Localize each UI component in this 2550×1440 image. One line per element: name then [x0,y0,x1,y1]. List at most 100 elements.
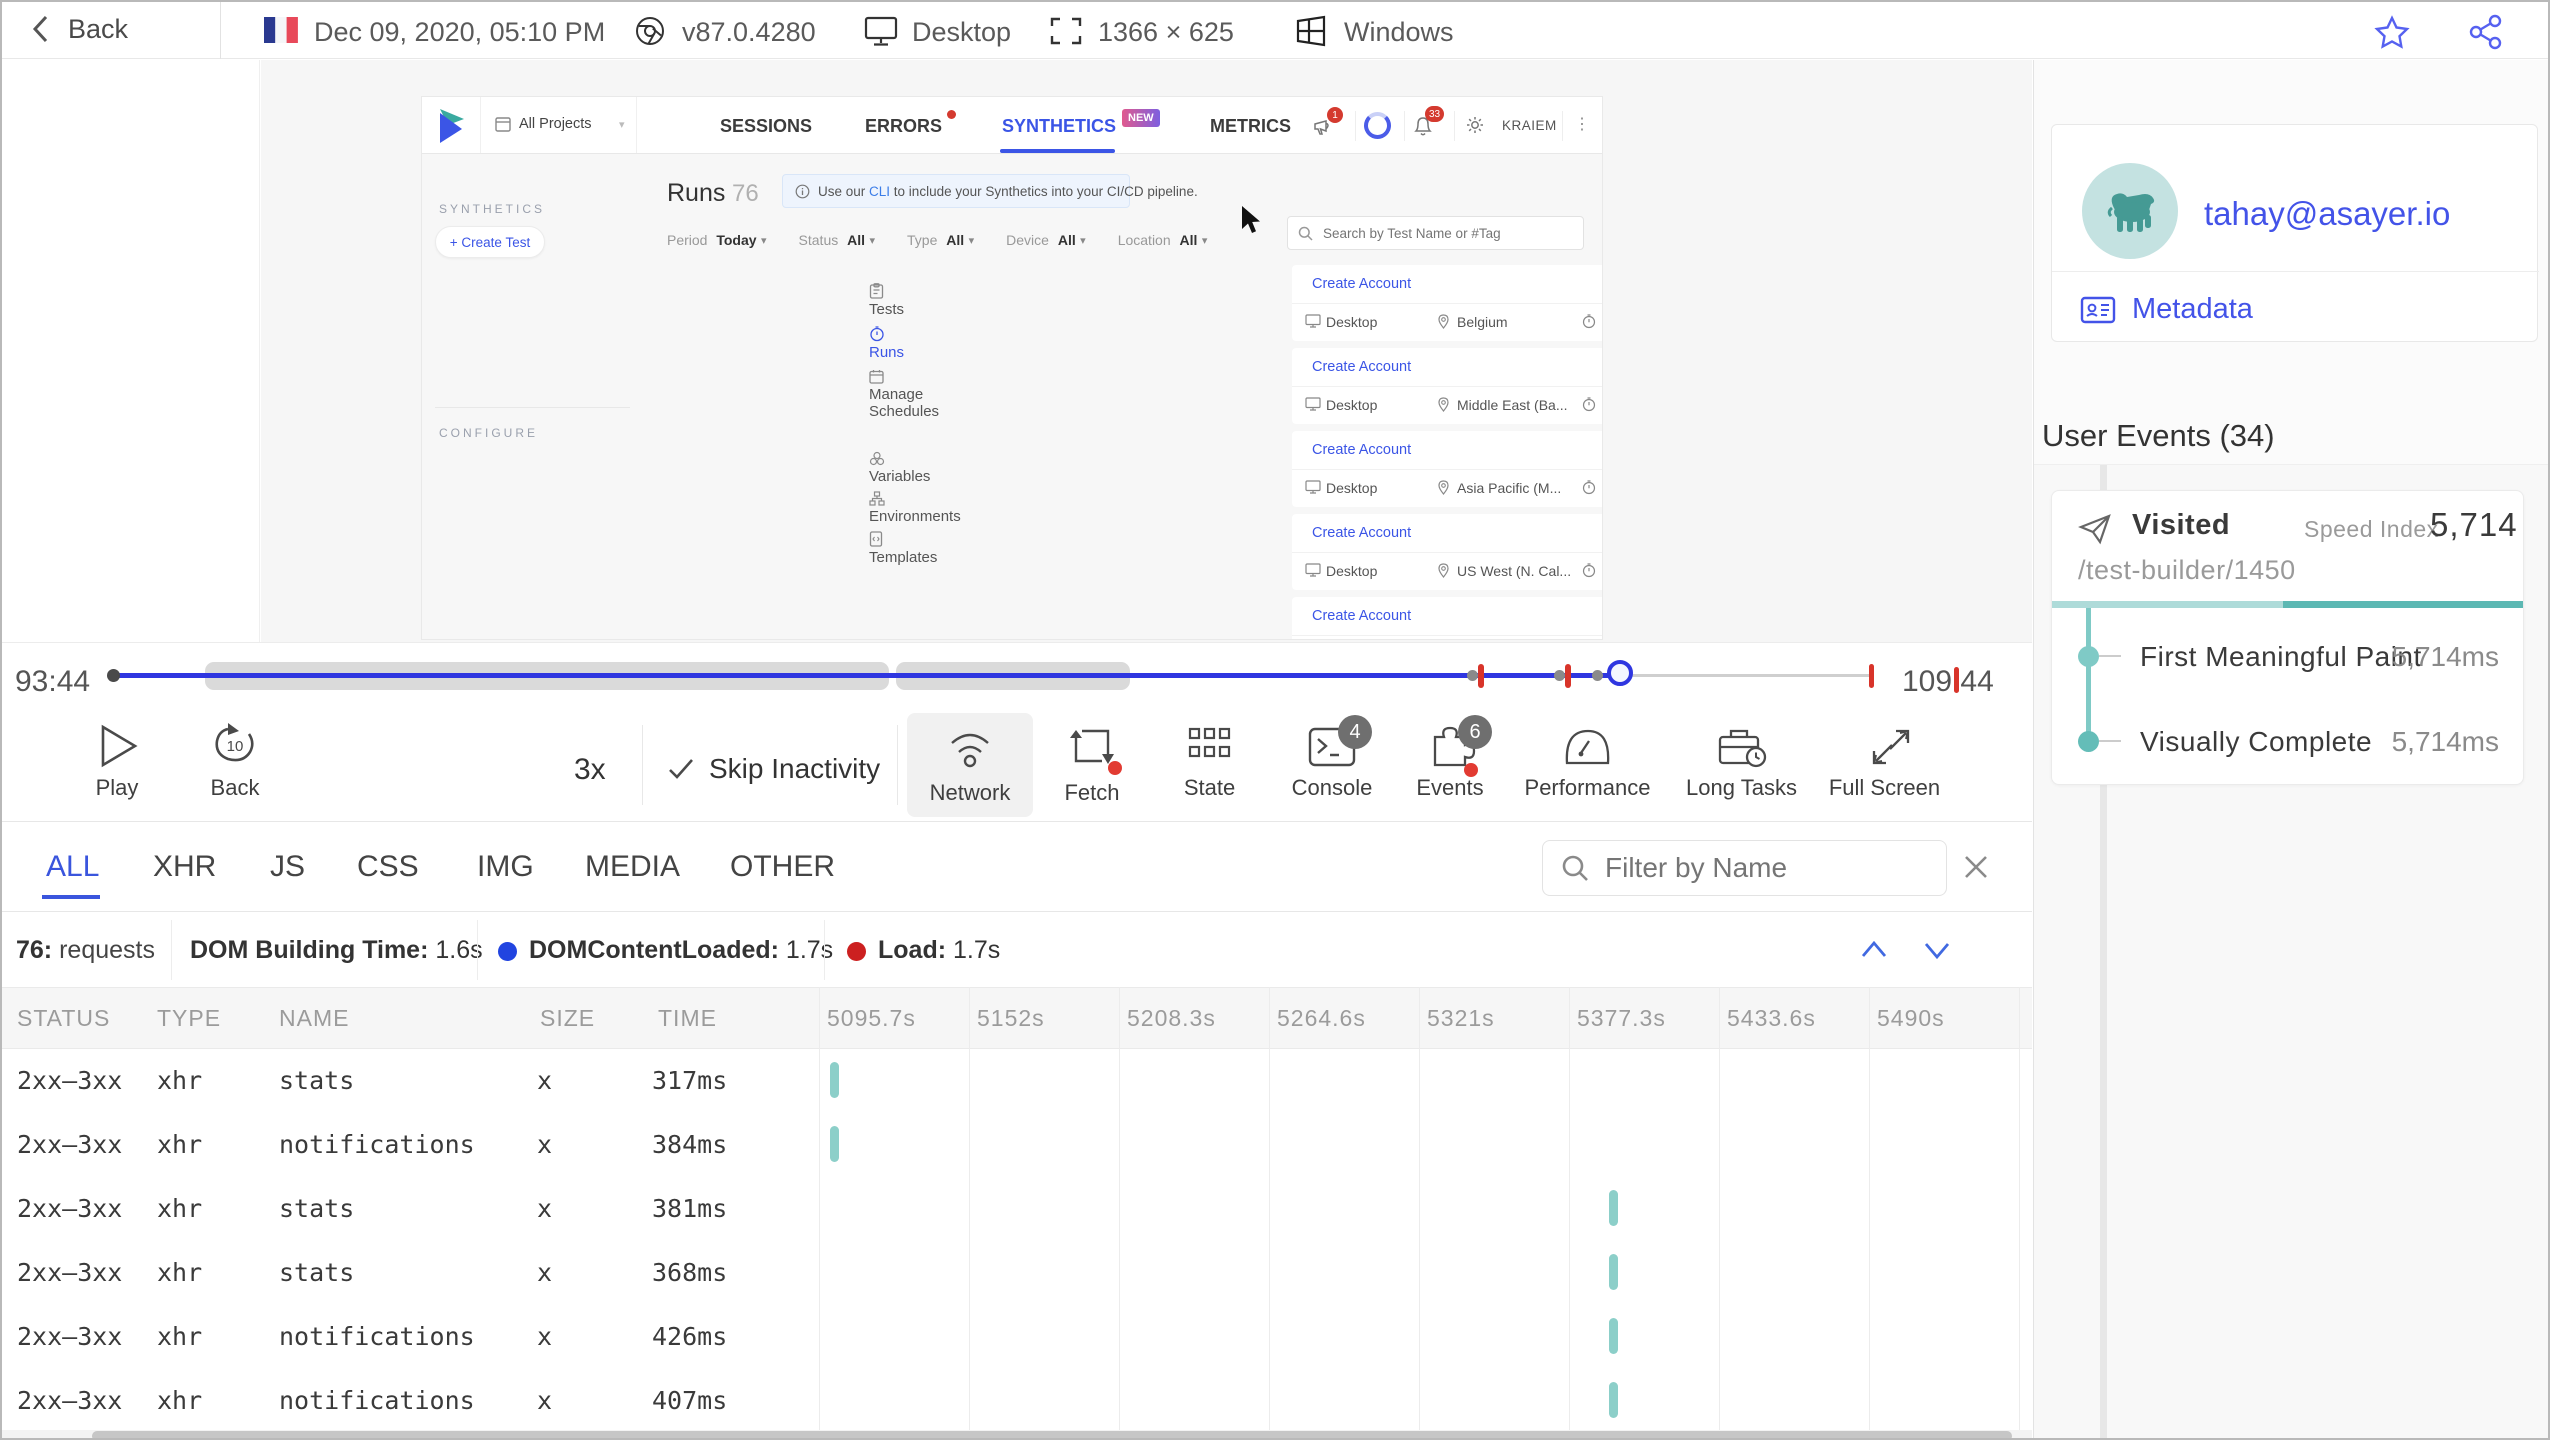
error-marker[interactable] [1869,664,1874,688]
visited-event-card[interactable]: Visited Speed Index 5,714 /test-builder/… [2051,490,2524,785]
app-tab-errors[interactable]: ERRORS [865,116,942,137]
event-dot[interactable] [1467,670,1478,681]
run-card[interactable]: Create Account Desktop Belgium 4 secs 27… [1292,265,1602,341]
tab-css[interactable]: CSS [357,850,419,884]
waterfall-lane [819,1368,2019,1432]
back-button[interactable]: Back [30,12,128,46]
metadata-button[interactable]: Metadata [2080,293,2253,326]
app-tab-sessions[interactable]: SESSIONS [720,116,812,137]
more-menu-icon[interactable]: ⋮ [1574,114,1590,134]
project-selector[interactable]: All Projects ▾ [480,97,637,153]
app-tab-synthetics[interactable]: SYNTHETICS [1002,116,1116,137]
runs-title: Runs [667,179,726,207]
run-name-link[interactable]: Create Account [1312,359,1411,375]
test-search-field[interactable] [1287,216,1584,250]
tab-other[interactable]: OTHER [730,850,835,884]
horizontal-scrollbar[interactable] [2,1430,2032,1438]
skip-inactivity-label: Skip Inactivity [709,753,881,784]
run-name-link[interactable]: Create Account [1312,442,1411,458]
run-name-link[interactable]: Create Account [1312,276,1411,292]
speed-toggle[interactable]: 3x [574,753,606,787]
col-type[interactable]: TYPE [157,1005,221,1032]
network-tabs: ALL XHR JS CSS IMG MEDIA OTHER [2,823,2032,912]
scrollbar-thumb[interactable] [92,1431,2012,1438]
jump-up-icon[interactable] [1857,936,1891,964]
events-button[interactable]: 6 Events [1400,715,1500,801]
settings-gear-icon[interactable] [1464,114,1486,136]
col-status[interactable]: STATUS [17,1005,110,1032]
col-name[interactable]: NAME [279,1005,349,1032]
network-filter-input[interactable] [1603,851,1923,885]
state-button[interactable]: State [1162,723,1257,801]
request-timing-bar[interactable] [1608,1318,1618,1354]
col-time[interactable]: TIME [658,1005,717,1032]
tab-js[interactable]: JS [270,850,305,884]
skip-inactivity-toggle[interactable]: Skip Inactivity [667,753,880,785]
replayed-app: All Projects ▾ SESSIONS ERRORS SYNTHETIC… [422,97,1602,639]
session-sidebar: tahay@asayer.io Metadata User Events (34… [2033,60,2548,1438]
filter-status-value[interactable]: All [847,232,865,248]
tab-img[interactable]: IMG [477,850,534,884]
network-request-row[interactable]: 2xx–3xx xhr notifications x 426ms [2,1304,2032,1368]
request-timing-bar[interactable] [829,1126,839,1162]
fetch-button[interactable]: Fetch [1042,723,1142,806]
console-button[interactable]: 4 Console [1277,715,1387,801]
timeline-track[interactable] [107,643,1874,708]
filter-type-value[interactable]: All [946,232,964,248]
app-sidebar-section-title: CONFIGURE [439,426,538,440]
performance-gauge-icon [1515,723,1660,769]
filter-device-value[interactable]: All [1058,232,1076,248]
network-request-row[interactable]: 2xx–3xx xhr stats x 381ms [2,1176,2032,1240]
play-button[interactable]: Play [77,723,157,801]
full-screen-button[interactable]: Full Screen [1822,723,1947,801]
run-card[interactable]: Create Account Desktop US West (N. Cal..… [1292,514,1602,590]
performance-button[interactable]: Performance [1515,723,1660,801]
back-10s-button[interactable]: 10 Back [195,721,275,801]
network-filter-field[interactable] [1542,840,1947,896]
user-menu[interactable]: KRAIEM [1502,118,1557,133]
tab-xhr[interactable]: XHR [153,850,216,884]
error-marker[interactable] [1478,664,1484,688]
network-request-row[interactable]: 2xx–3xx xhr notifications x 384ms [2,1112,2032,1176]
run-name-link[interactable]: Create Account [1312,525,1411,541]
create-test-button[interactable]: + Create Test [435,226,545,258]
close-panel-icon[interactable] [1962,853,1990,881]
share-icon[interactable] [2468,14,2504,50]
search-input[interactable] [1321,224,1571,242]
network-rows: 2xx–3xx xhr stats x 317ms 2xx–3xx xhr no… [2,1048,2032,1432]
fetch-alert-dot [1108,761,1122,775]
event-dot[interactable] [1554,670,1565,681]
request-timing-bar[interactable] [1608,1190,1618,1226]
run-name-link[interactable]: Create Account [1312,608,1411,624]
filter-location-value[interactable]: All [1180,232,1198,248]
chevron-down-icon: ▾ [1080,234,1086,247]
app-tab-metrics[interactable]: METRICS [1210,116,1291,137]
run-card[interactable]: Create Account Desktop Middle East (Ba..… [1292,348,1602,424]
console-badge: 4 [1338,715,1372,749]
tab-media[interactable]: MEDIA [585,850,680,884]
network-request-row[interactable]: 2xx–3xx xhr notifications x 407ms [2,1368,2032,1432]
network-request-row[interactable]: 2xx–3xx xhr stats x 368ms [2,1240,2032,1304]
run-card[interactable]: Create Account Desktop Canada (Central..… [1292,597,1602,639]
cli-link[interactable]: CLI [869,184,890,199]
long-tasks-button[interactable]: Long Tasks [1674,723,1809,801]
cell-time: 426ms [652,1322,728,1351]
request-timing-bar[interactable] [1608,1382,1618,1418]
fmp-dot [2078,646,2099,667]
filter-period-value[interactable]: Today [716,232,756,248]
network-button[interactable]: Network [907,713,1033,817]
tab-all[interactable]: ALL [46,850,99,884]
cell-name: stats [279,1258,355,1287]
request-timing-bar[interactable] [1608,1254,1618,1290]
col-size[interactable]: SIZE [540,1005,595,1032]
user-email-link[interactable]: tahay@asayer.io [2204,195,2450,233]
request-timing-bar[interactable] [829,1062,839,1098]
jump-down-icon[interactable] [1920,936,1954,964]
run-card[interactable]: Create Account Desktop Asia Pacific (M..… [1292,431,1602,507]
network-request-row[interactable]: 2xx–3xx xhr stats x 317ms [2,1048,2032,1112]
id-card-icon [2080,295,2116,325]
favorite-star-icon[interactable] [2374,15,2410,49]
error-marker[interactable] [1565,664,1571,688]
event-dot[interactable] [1592,670,1603,681]
playhead[interactable] [1607,660,1633,686]
